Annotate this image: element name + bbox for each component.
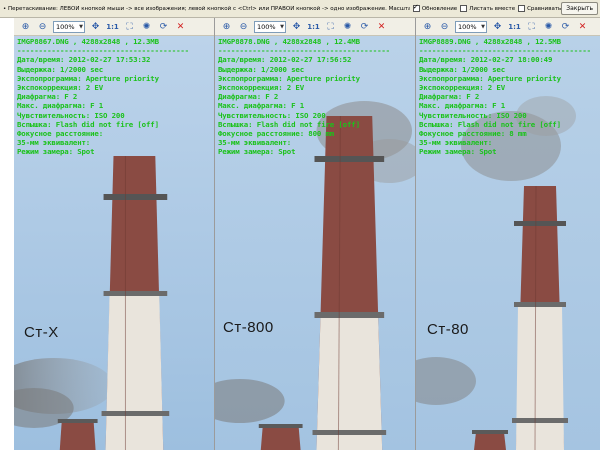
- exif-line: Макс. диафрагма: F 1: [218, 101, 304, 111]
- update-checkbox[interactable]: Обновление: [412, 3, 458, 12]
- histogram-icon[interactable]: ✺: [341, 20, 354, 33]
- file-info: IMGP8889.DNG , 4288x2848 , 12.5MB: [419, 37, 561, 46]
- exif-line: Экспокоррекция: 2 EV: [419, 83, 505, 93]
- one-to-one-button[interactable]: 1:1: [106, 20, 119, 33]
- histogram-icon[interactable]: ✺: [542, 20, 555, 33]
- checkbox-box[interactable]: [460, 5, 468, 12]
- exif-line: 35-мм эквивалент:: [419, 138, 493, 148]
- exif-info: IMGP8867.DNG , 4288x2848 , 12.3MB ------…: [17, 37, 189, 157]
- zoom-select[interactable]: 100% ▼: [254, 20, 286, 33]
- exif-line: Вспышка: Flash did not fire [off]: [17, 119, 159, 129]
- zoom-value: 100%: [56, 22, 75, 31]
- zoom-value: 100%: [257, 22, 276, 31]
- zoom-in-icon[interactable]: ⊕: [421, 20, 434, 33]
- chevron-down-icon: ▼: [280, 23, 284, 30]
- rotate-icon[interactable]: ⟳: [559, 20, 572, 33]
- exif-line: Экспопрограмма: Aperture priority: [419, 73, 561, 83]
- image-caption: Ст-80: [427, 321, 469, 338]
- exif-line: Фокусное расстояние:: [17, 129, 103, 139]
- exif-line: Дата/время: 2012-02-27 17:56:52: [218, 55, 352, 65]
- exif-line: Режим замера: Spot: [419, 147, 497, 157]
- checkbox-box[interactable]: [412, 3, 420, 12]
- rotate-icon[interactable]: ⟳: [358, 20, 371, 33]
- histogram-icon[interactable]: ✺: [140, 20, 153, 33]
- exif-line: Фокусное расстояние: 8 mm: [419, 129, 527, 139]
- exif-line: Фокусное расстояние: 800 mm: [218, 129, 335, 139]
- pane-toolbar: ⊕ ⊖ 100% ▼ ✥ 1:1 ⛶ ✺ ⟳ ✕: [215, 18, 415, 36]
- exif-line: Чувствительность: ISO 200: [218, 110, 326, 120]
- image-pane-2[interactable]: ⊕ ⊖ 100% ▼ ✥ 1:1 ⛶ ✺ ⟳ ✕ IMGP8878.DNG , 4…: [215, 18, 416, 450]
- zoom-select[interactable]: 100% ▼: [455, 20, 487, 33]
- scroll-together-checkbox[interactable]: Листать вместе: [460, 5, 515, 12]
- exif-line: 35-мм эквивалент:: [218, 138, 292, 148]
- exif-line: Диафрагма: F 2: [17, 92, 78, 102]
- checkbox-label: Обновление: [421, 5, 458, 12]
- exif-line: Экспопрограмма: Aperture priority: [17, 73, 159, 83]
- image-pane-3[interactable]: ⊕ ⊖ 100% ▼ ✥ 1:1 ⛶ ✺ ⟳ ✕ IMGP8889.DNG , 4…: [416, 18, 600, 450]
- exif-line: Выдержка: 1/2000 sec: [17, 64, 103, 74]
- exif-line: Чувствительность: ISO 200: [419, 110, 527, 120]
- fullscreen-icon[interactable]: ⛶: [324, 20, 337, 33]
- exif-line: Диафрагма: F 2: [419, 92, 480, 102]
- fit-icon[interactable]: ✥: [491, 20, 504, 33]
- separator: ----------------------------------------: [419, 46, 591, 56]
- close-button[interactable]: Закрыть: [561, 2, 598, 15]
- image-pane-1[interactable]: ⊕ ⊖ 100% ▼ ✥ 1:1 ⛶ ✺ ⟳ ✕ IMGP8867.DNG , 4…: [14, 18, 215, 450]
- file-info: IMGP8867.DNG , 4288x2848 , 12.3MB: [17, 37, 159, 46]
- file-info: IMGP8878.DNG , 4288x2848 , 12.4MB: [218, 37, 360, 46]
- exif-line: Чувствительность: ISO 200: [17, 110, 125, 120]
- exif-line: Экспокоррекция: 2 EV: [17, 83, 103, 93]
- image-caption: Ст-Х: [24, 324, 59, 341]
- zoom-out-icon[interactable]: ⊖: [237, 20, 250, 33]
- chevron-down-icon: ▼: [79, 23, 83, 30]
- hint-bar: • Перетаскивание: ЛЕВОЙ кнопкой мыши -> …: [0, 0, 600, 18]
- rotate-icon[interactable]: ⟳: [157, 20, 170, 33]
- exif-line: Вспышка: Flash did not fire [off]: [218, 119, 360, 129]
- checkbox-label: Листать вместе: [469, 5, 516, 12]
- exif-line: Макс. диафрагма: F 1: [419, 101, 505, 111]
- exif-info: IMGP8889.DNG , 4288x2848 , 12.5MB ------…: [419, 37, 591, 157]
- chevron-down-icon: ▼: [481, 23, 485, 30]
- zoom-out-icon[interactable]: ⊖: [36, 20, 49, 33]
- one-to-one-button[interactable]: 1:1: [307, 20, 320, 33]
- pane-toolbar: ⊕ ⊖ 100% ▼ ✥ 1:1 ⛶ ✺ ⟳ ✕: [14, 18, 214, 36]
- exif-line: Выдержка: 1/2000 sec: [419, 64, 505, 74]
- exif-info: IMGP8878.DNG , 4288x2848 , 12.4MB ------…: [218, 37, 390, 157]
- exif-line: Вспышка: Flash did not fire [off]: [419, 119, 561, 129]
- compare-checkbox[interactable]: Сравнивать: [518, 5, 561, 12]
- zoom-in-icon[interactable]: ⊕: [220, 20, 233, 33]
- exif-line: Макс. диафрагма: F 1: [17, 101, 103, 111]
- exif-line: 35-мм эквивалент:: [17, 138, 91, 148]
- checkbox-box[interactable]: [518, 5, 526, 12]
- close-icon[interactable]: ✕: [174, 20, 187, 33]
- close-icon[interactable]: ✕: [576, 20, 589, 33]
- pane-toolbar: ⊕ ⊖ 100% ▼ ✥ 1:1 ⛶ ✺ ⟳ ✕: [416, 18, 600, 36]
- separator: ----------------------------------------: [218, 46, 390, 56]
- close-icon[interactable]: ✕: [375, 20, 388, 33]
- exif-line: Режим замера: Spot: [218, 147, 296, 157]
- exif-line: Дата/время: 2012-02-27 18:00:49: [419, 55, 553, 65]
- fullscreen-icon[interactable]: ⛶: [525, 20, 538, 33]
- zoom-value: 100%: [458, 22, 477, 31]
- fit-icon[interactable]: ✥: [290, 20, 303, 33]
- fit-icon[interactable]: ✥: [89, 20, 102, 33]
- exif-line: Дата/время: 2012-02-27 17:53:32: [17, 55, 151, 65]
- exif-line: Режим замера: Spot: [17, 147, 95, 157]
- image-caption: Ст-800: [223, 319, 274, 336]
- zoom-in-icon[interactable]: ⊕: [19, 20, 32, 33]
- drag-hint-text: • Перетаскивание: ЛЕВОЙ кнопкой мыши -> …: [3, 5, 410, 12]
- checkbox-label: Сравнивать: [527, 5, 562, 12]
- zoom-select[interactable]: 100% ▼: [53, 20, 85, 33]
- exif-line: Экспопрограмма: Aperture priority: [218, 73, 360, 83]
- zoom-out-icon[interactable]: ⊖: [438, 20, 451, 33]
- one-to-one-button[interactable]: 1:1: [508, 20, 521, 33]
- exif-line: Выдержка: 1/2000 sec: [218, 64, 304, 74]
- exif-line: Диафрагма: F 2: [218, 92, 279, 102]
- exif-line: Экспокоррекция: 2 EV: [218, 83, 304, 93]
- separator: ----------------------------------------: [17, 46, 189, 56]
- fullscreen-icon[interactable]: ⛶: [123, 20, 136, 33]
